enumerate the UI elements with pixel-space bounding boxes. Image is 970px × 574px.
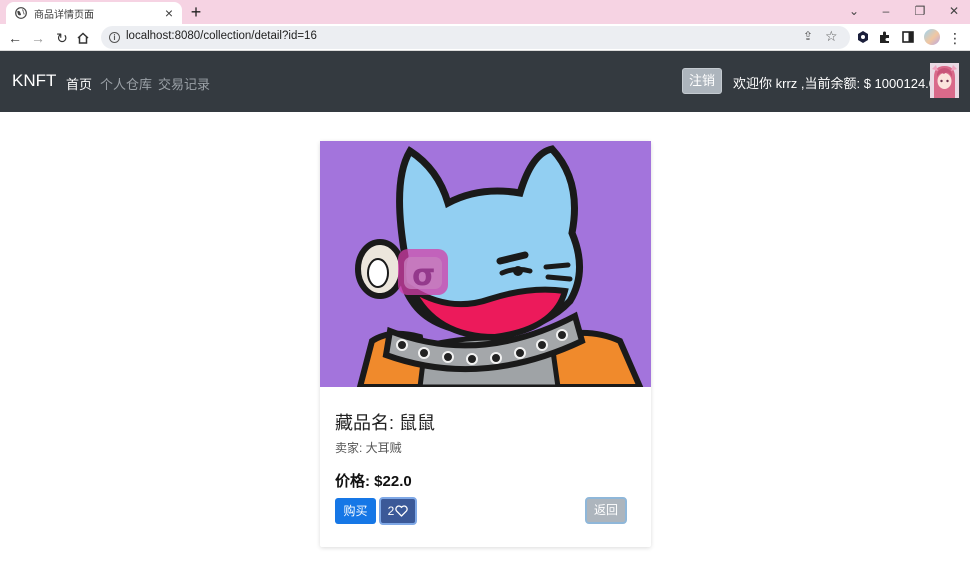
address-bar[interactable]: i localhost:8080/collection/detail?id=16… — [101, 26, 850, 49]
like-button[interactable]: 2 — [379, 497, 417, 525]
product-title: 藏品名: 鼠鼠 — [335, 413, 436, 433]
new-tab-icon[interactable]: + — [188, 2, 204, 22]
bookmark-star-icon[interactable]: ☆ — [825, 28, 838, 45]
product-card: σ 藏品名: 鼠鼠 卖家: 大耳贼 价格: $22.0 购买 2 返回 — [320, 141, 651, 547]
side-panel-icon[interactable] — [900, 29, 916, 45]
extensions-puzzle-icon[interactable] — [877, 29, 893, 45]
nav-link-home[interactable]: 首页 — [66, 74, 92, 93]
welcome-balance-text: 欢迎你 krrz ,当前余额: $ 1000124.0 — [733, 76, 937, 91]
browser-toolbar: ← → ↻ i localhost:8080/collection/detail… — [0, 24, 970, 51]
close-window-icon[interactable]: ✕ — [939, 2, 969, 20]
globe-icon — [15, 7, 27, 19]
tab-title: 商品详情页面 — [34, 9, 94, 21]
browser-tab[interactable]: 商品详情页面 × — [6, 2, 182, 24]
nav-link-transactions[interactable]: 交易记录 — [158, 74, 210, 93]
profile-avatar-icon[interactable] — [924, 29, 940, 45]
product-image: σ — [320, 141, 651, 387]
reload-icon[interactable]: ↻ — [52, 28, 72, 48]
logout-button[interactable]: 注销 — [682, 68, 722, 94]
nft-cat-artwork: σ — [320, 141, 651, 387]
back-arrow-icon[interactable]: ← — [5, 28, 25, 48]
svg-text:σ: σ — [412, 258, 435, 293]
nav-link-warehouse[interactable]: 个人仓库 — [100, 74, 152, 93]
url-text[interactable]: localhost:8080/collection/detail?id=16 — [126, 30, 317, 42]
share-icon[interactable]: ⇪ — [803, 29, 813, 43]
home-icon[interactable] — [76, 31, 90, 45]
avatar-image — [930, 63, 959, 98]
brand-logo[interactable]: KNFT — [12, 71, 56, 91]
user-avatar[interactable] — [930, 63, 959, 98]
product-price: 价格: $22.0 — [335, 473, 412, 490]
buy-button[interactable]: 购买 — [335, 498, 376, 524]
heart-icon — [395, 505, 409, 517]
browser-tab-strip: 商品详情页面 × + ⌄ – ❐ ✕ — [0, 0, 970, 24]
site-info-icon[interactable]: i — [109, 32, 120, 43]
app-navbar: KNFT 首页 个人仓库 交易记录 注销 欢迎你 krrz ,当前余额: $ 1… — [0, 51, 970, 112]
forward-arrow-icon[interactable]: → — [28, 28, 48, 48]
minimize-icon[interactable]: – — [871, 2, 901, 20]
product-seller: 卖家: 大耳贼 — [335, 441, 402, 455]
back-button[interactable]: 返回 — [585, 497, 627, 524]
restore-icon[interactable]: ❐ — [905, 2, 935, 20]
extension-hex-icon[interactable] — [855, 29, 871, 45]
more-menu-icon[interactable]: ⋮ — [945, 28, 965, 48]
like-count: 2 — [387, 504, 395, 518]
close-tab-icon[interactable]: × — [160, 6, 178, 20]
tab-search-icon[interactable]: ⌄ — [839, 2, 869, 20]
